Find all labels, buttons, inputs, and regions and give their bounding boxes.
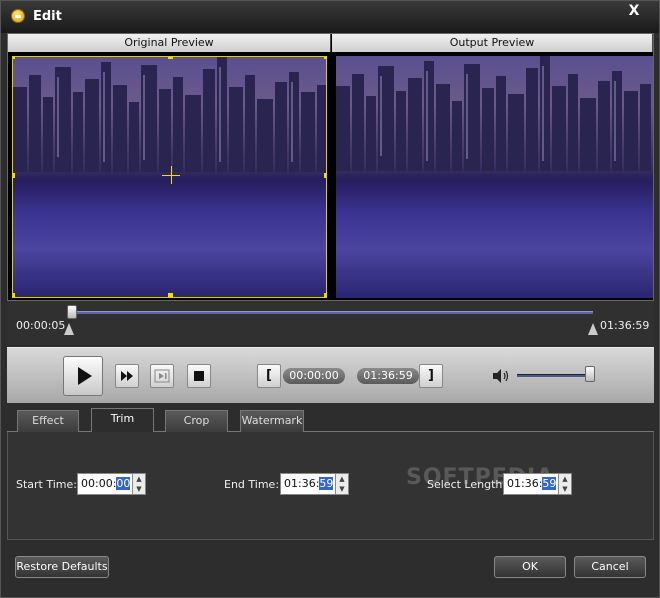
play-icon [78, 367, 92, 385]
start-time-spinner[interactable]: ▲ ▼ [132, 473, 146, 495]
crop-handle-top[interactable] [168, 57, 173, 59]
crop-handle-bottom-left[interactable] [13, 293, 15, 297]
end-trim-marker[interactable] [588, 323, 598, 335]
tab-crop[interactable]: Crop [165, 410, 228, 432]
timeline: 00:00:05 01:36:59 [7, 301, 654, 345]
playback-controls: [ 00:00:00 01:36:59 ] [7, 347, 654, 403]
edit-tabs: Effect Trim Crop Watermark [7, 406, 654, 433]
select-length-selected: 59 [542, 477, 557, 490]
original-preview-header: Original Preview [8, 34, 331, 52]
play-button[interactable] [63, 356, 103, 396]
select-length-label: Select Length: [427, 478, 507, 491]
tab-watermark[interactable]: Watermark [240, 410, 304, 432]
dialog-footer: Restore Defaults OK Cancel [7, 540, 654, 592]
restore-defaults-button[interactable]: Restore Defaults [15, 556, 109, 578]
tab-effect[interactable]: Effect [17, 410, 79, 432]
end-time-value: 01:36: [284, 477, 320, 490]
timeline-start-time: 00:00:05 [16, 319, 66, 332]
stop-button[interactable] [187, 364, 211, 388]
stop-icon [194, 371, 204, 381]
volume-icon [493, 369, 509, 383]
set-start-button[interactable]: [ [257, 364, 281, 388]
output-preview-header: Output Preview [332, 34, 653, 52]
end-marker-time: 01:36:59 [357, 368, 419, 384]
fast-forward-button[interactable] [115, 364, 139, 388]
crop-handle-bottom[interactable] [168, 293, 173, 297]
original-preview-video[interactable] [12, 56, 327, 298]
output-preview-video [336, 56, 653, 298]
select-length-spinner[interactable]: ▲ ▼ [558, 473, 572, 495]
crosshair-icon [171, 166, 172, 184]
app-icon [11, 9, 25, 23]
trim-panel: SOFTPEDIA Start Time: 00:00:00 ▲ ▼ End Ti… [7, 432, 654, 540]
select-length-value: 01:36: [507, 477, 543, 490]
volume-slider-knob[interactable] [585, 366, 595, 382]
crop-handle-top-right[interactable] [324, 57, 326, 59]
tab-trim[interactable]: Trim [91, 408, 154, 433]
start-time-input[interactable]: 00:00:00 [77, 473, 133, 495]
end-time-label: End Time: [224, 478, 280, 491]
end-time-selected: 59 [319, 477, 334, 490]
playhead-knob[interactable] [67, 305, 77, 319]
step-frame-button[interactable] [150, 364, 174, 388]
window-title: Edit [33, 9, 62, 24]
crop-handle-top-left[interactable] [13, 57, 15, 59]
end-time-input[interactable]: 01:36:59 [280, 473, 336, 495]
set-end-button[interactable]: ] [419, 364, 443, 388]
title-bar[interactable]: Edit X [1, 1, 659, 33]
crop-handle-left[interactable] [13, 173, 15, 178]
city-skyline-image [13, 57, 326, 172]
start-marker-time: 00:00:00 [283, 368, 345, 384]
edit-dialog: Edit X Original Preview Output Preview 0… [0, 0, 660, 598]
timeline-track[interactable] [73, 311, 593, 314]
end-time-spinner[interactable]: ▲ ▼ [335, 473, 349, 495]
start-trim-marker[interactable] [64, 323, 74, 335]
select-length-input[interactable]: 01:36:59 [503, 473, 559, 495]
preview-area: Original Preview Output Preview [7, 33, 654, 301]
crop-handle-right[interactable] [324, 173, 326, 178]
close-button[interactable]: X [623, 3, 645, 21]
timeline-end-time: 01:36:59 [600, 319, 650, 332]
crop-handle-bottom-right[interactable] [324, 293, 326, 297]
volume-slider-track[interactable] [517, 374, 589, 377]
start-time-selected: 00 [116, 477, 131, 490]
cancel-button[interactable]: Cancel [574, 556, 646, 578]
start-time-value: 00:00: [81, 477, 117, 490]
start-time-label: Start Time: [16, 478, 77, 491]
step-frame-icon [154, 369, 170, 383]
city-skyline-image [336, 56, 651, 171]
fast-forward-icon [121, 371, 133, 381]
ok-button[interactable]: OK [494, 556, 566, 578]
